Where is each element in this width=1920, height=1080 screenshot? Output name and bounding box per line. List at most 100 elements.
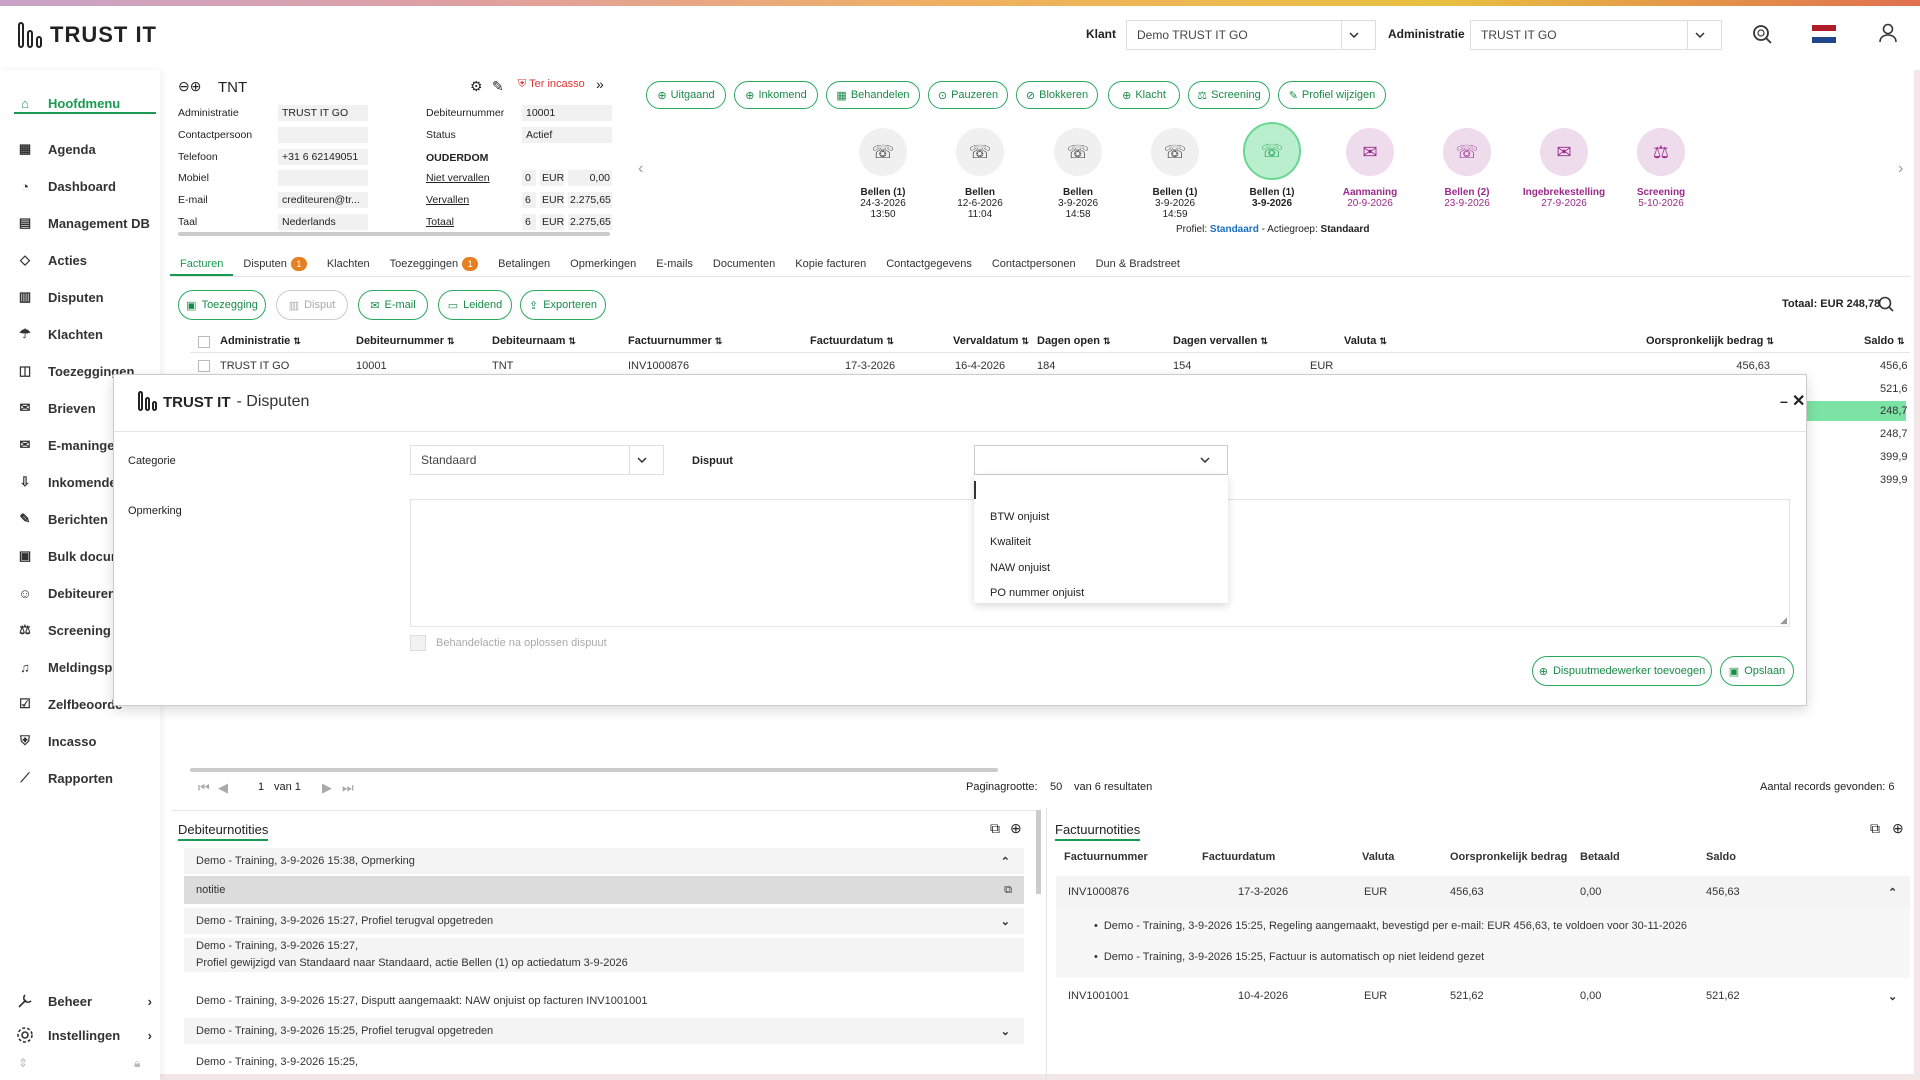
dispuut-select[interactable] [974, 445, 1228, 475]
chevron-up-icon[interactable]: ⌃ [1888, 886, 1897, 899]
action-pill-pauzeren[interactable]: ⊙ Pauzeren [928, 81, 1008, 109]
expand-icon[interactable]: » [596, 76, 604, 92]
aging-link[interactable]: Totaal [426, 216, 454, 228]
column-header[interactable]: Valuta ⇅ [1344, 335, 1387, 347]
dropdown-option[interactable]: NAW onjuist [990, 562, 1050, 574]
tab-toezeggingen[interactable]: Toezeggingen 1 [380, 254, 489, 276]
dutch-flag-icon[interactable] [1812, 25, 1836, 46]
add-dispute-employee-button[interactable]: ⊕ Dispuutmedewerker toevoegen [1532, 656, 1712, 686]
profile-value[interactable]: Standaard [1210, 224, 1259, 235]
categorie-select[interactable]: Standaard [410, 445, 664, 475]
table-scrollbar[interactable] [190, 768, 998, 772]
timeline-step[interactable]: ✉ [1540, 128, 1588, 176]
timeline-step[interactable]: ☏ [1443, 128, 1491, 176]
sidebar-item-beheer[interactable]: Beheer › [16, 990, 156, 1012]
button-e-mail[interactable]: ✉ E-mail [358, 290, 428, 320]
note-row[interactable]: Demo - Training, 3-9-2026 15:27, Disputt… [184, 988, 1024, 1014]
sidebar-item-instellingen[interactable]: Instellingen › [16, 1024, 156, 1046]
note-row[interactable]: notitie ⧉ [184, 876, 1024, 904]
external-link-icon[interactable]: ⧉ [990, 820, 1000, 837]
column-header[interactable]: Factuurnummer ⇅ [628, 335, 722, 347]
last-page-icon[interactable]: ⏭ [342, 780, 354, 796]
action-pill-inkomend[interactable]: ⊕ Inkomend [734, 81, 818, 109]
user-icon[interactable] [1878, 23, 1898, 46]
column-header[interactable]: Dagen open ⇅ [1037, 335, 1111, 347]
tab-betalingen[interactable]: Betalingen [488, 254, 560, 276]
tab-opmerkingen[interactable]: Opmerkingen [560, 254, 646, 276]
collapse-icon[interactable]: ⇕ [18, 1056, 28, 1070]
action-pill-klacht[interactable]: ⊕ Klacht [1108, 81, 1180, 109]
nav-arrows-icon[interactable]: ⊖⊕ [178, 78, 201, 95]
sidebar-item-disputen[interactable]: ▥ Disputen [16, 286, 156, 308]
search-icon[interactable] [1752, 24, 1772, 47]
action-pill-screening[interactable]: ⚖ Screening [1188, 81, 1270, 109]
minimize-icon[interactable]: – [1780, 393, 1788, 409]
tab-contactpersonen[interactable]: Contactpersonen [982, 254, 1086, 276]
notes-scrollbar[interactable] [1036, 810, 1041, 894]
timeline-step[interactable]: ⚖ [1637, 128, 1685, 176]
dropdown-option[interactable]: PO nummer onjuist [990, 587, 1084, 599]
timeline-step[interactable]: ☏ [1054, 128, 1102, 176]
aging-link[interactable]: Vervallen [426, 194, 469, 206]
timeline-step[interactable]: ✉ [1346, 128, 1394, 176]
note-row[interactable]: Demo - Training, 3-9-2026 15:25, [184, 1050, 1024, 1074]
sidebar-item-acties[interactable]: ◇ Acties [16, 249, 156, 271]
page-size-value[interactable]: 50 [1050, 781, 1062, 793]
timeline-next-icon[interactable]: › [1898, 160, 1903, 178]
timeline-step[interactable]: ☏ [1151, 128, 1199, 176]
tab-klachten[interactable]: Klachten [317, 254, 380, 276]
admin-select[interactable]: TRUST IT GO [1470, 20, 1722, 50]
tab-contactgegevens[interactable]: Contactgegevens [876, 254, 982, 276]
column-header[interactable]: Debiteurnaam ⇅ [492, 335, 576, 347]
timeline-step[interactable]: ☏ [1243, 122, 1301, 180]
note-row[interactable]: Profiel gewijzigd van Standaard naar Sta… [184, 954, 1024, 972]
row-checkbox[interactable] [198, 360, 210, 372]
chevron-down-icon[interactable]: ⌄ [1001, 915, 1010, 928]
tab-e-mails[interactable]: E-mails [646, 254, 703, 276]
tab-dun-bradstreet[interactable]: Dun & Bradstreet [1086, 254, 1190, 276]
save-button[interactable]: ▣ Opslaan [1720, 656, 1794, 686]
app-logo[interactable]: TRUST IT [18, 22, 157, 48]
action-pill-behandelen[interactable]: ▦ Behandelen [826, 81, 920, 109]
tab-kopie-facturen[interactable]: Kopie facturen [785, 254, 876, 276]
timeline-prev-icon[interactable]: ‹ [638, 160, 643, 178]
dropdown-option[interactable]: Kwaliteit [990, 536, 1031, 548]
external-link-icon[interactable]: ⧉ [1004, 884, 1012, 897]
sidebar-item-dashboard[interactable]: ◔ Dashboard [16, 175, 156, 197]
column-header[interactable]: Saldo ⇅ [1864, 335, 1905, 347]
select-all-checkbox[interactable] [198, 336, 210, 348]
sidebar-item-incasso[interactable]: ⛨ Incasso [16, 730, 156, 752]
sidebar-item-management-db[interactable]: ▤ Management DB [16, 212, 156, 234]
button-toezegging[interactable]: ▣ Toezegging [178, 290, 266, 320]
settings-icon[interactable]: ⚙ [470, 78, 483, 95]
dropdown-option[interactable]: BTW onjuist [990, 511, 1049, 523]
note-row[interactable]: Demo - Training, 3-9-2026 15:38, Opmerki… [184, 848, 1024, 874]
sidebar-item-hoofdmenu[interactable]: ⌂ Hoofdmenu [16, 92, 156, 114]
tab-facturen[interactable]: Facturen [170, 254, 234, 276]
action-pill-profiel-wijzigen[interactable]: ✎ Profiel wijzigen [1278, 81, 1386, 109]
action-pill-blokkeren[interactable]: ⊘ Blokkeren [1016, 81, 1098, 109]
column-header[interactable]: Factuurdatum ⇅ [810, 335, 894, 347]
column-header[interactable]: Vervaldatum ⇅ [953, 335, 1029, 347]
timeline-step[interactable]: ☏ [956, 128, 1004, 176]
add-note-icon[interactable]: ⊕ [1892, 820, 1904, 837]
page-number[interactable]: 1 [258, 781, 264, 793]
resize-handle-icon[interactable]: ◢ [1780, 615, 1787, 626]
tab-documenten[interactable]: Documenten [703, 254, 785, 276]
behandelactie-checkbox[interactable] [410, 635, 426, 651]
incasso-badge[interactable]: ⛨ Ter incasso [518, 78, 585, 91]
aging-link[interactable]: Niet vervallen [426, 172, 490, 184]
sidebar-item-agenda[interactable]: ▦ Agenda [16, 138, 156, 160]
next-page-icon[interactable]: ▶ [322, 780, 332, 796]
sidebar-item-rapporten[interactable]: ⟋ Rapporten [16, 767, 156, 789]
note-row[interactable]: Demo - Training, 3-9-2026 15:27, [184, 938, 1024, 954]
column-header[interactable]: Debiteurnummer ⇅ [356, 335, 455, 347]
note-row[interactable]: Demo - Training, 3-9-2026 15:25, Profiel… [184, 1018, 1024, 1044]
column-header[interactable]: Dagen vervallen ⇅ [1173, 335, 1268, 347]
button-exporteren[interactable]: ⇪ Exporteren [520, 290, 606, 320]
chevron-up-icon[interactable]: ⌃ [1001, 855, 1010, 868]
note-row[interactable]: Demo - Training, 3-9-2026 15:27, Profiel… [184, 908, 1024, 934]
column-header[interactable]: Oorspronkelijk bedrag ⇅ [1646, 335, 1774, 347]
lock-icon[interactable]: 🔒︎ [134, 1056, 140, 1071]
debtor-scrollbar[interactable] [178, 232, 610, 236]
